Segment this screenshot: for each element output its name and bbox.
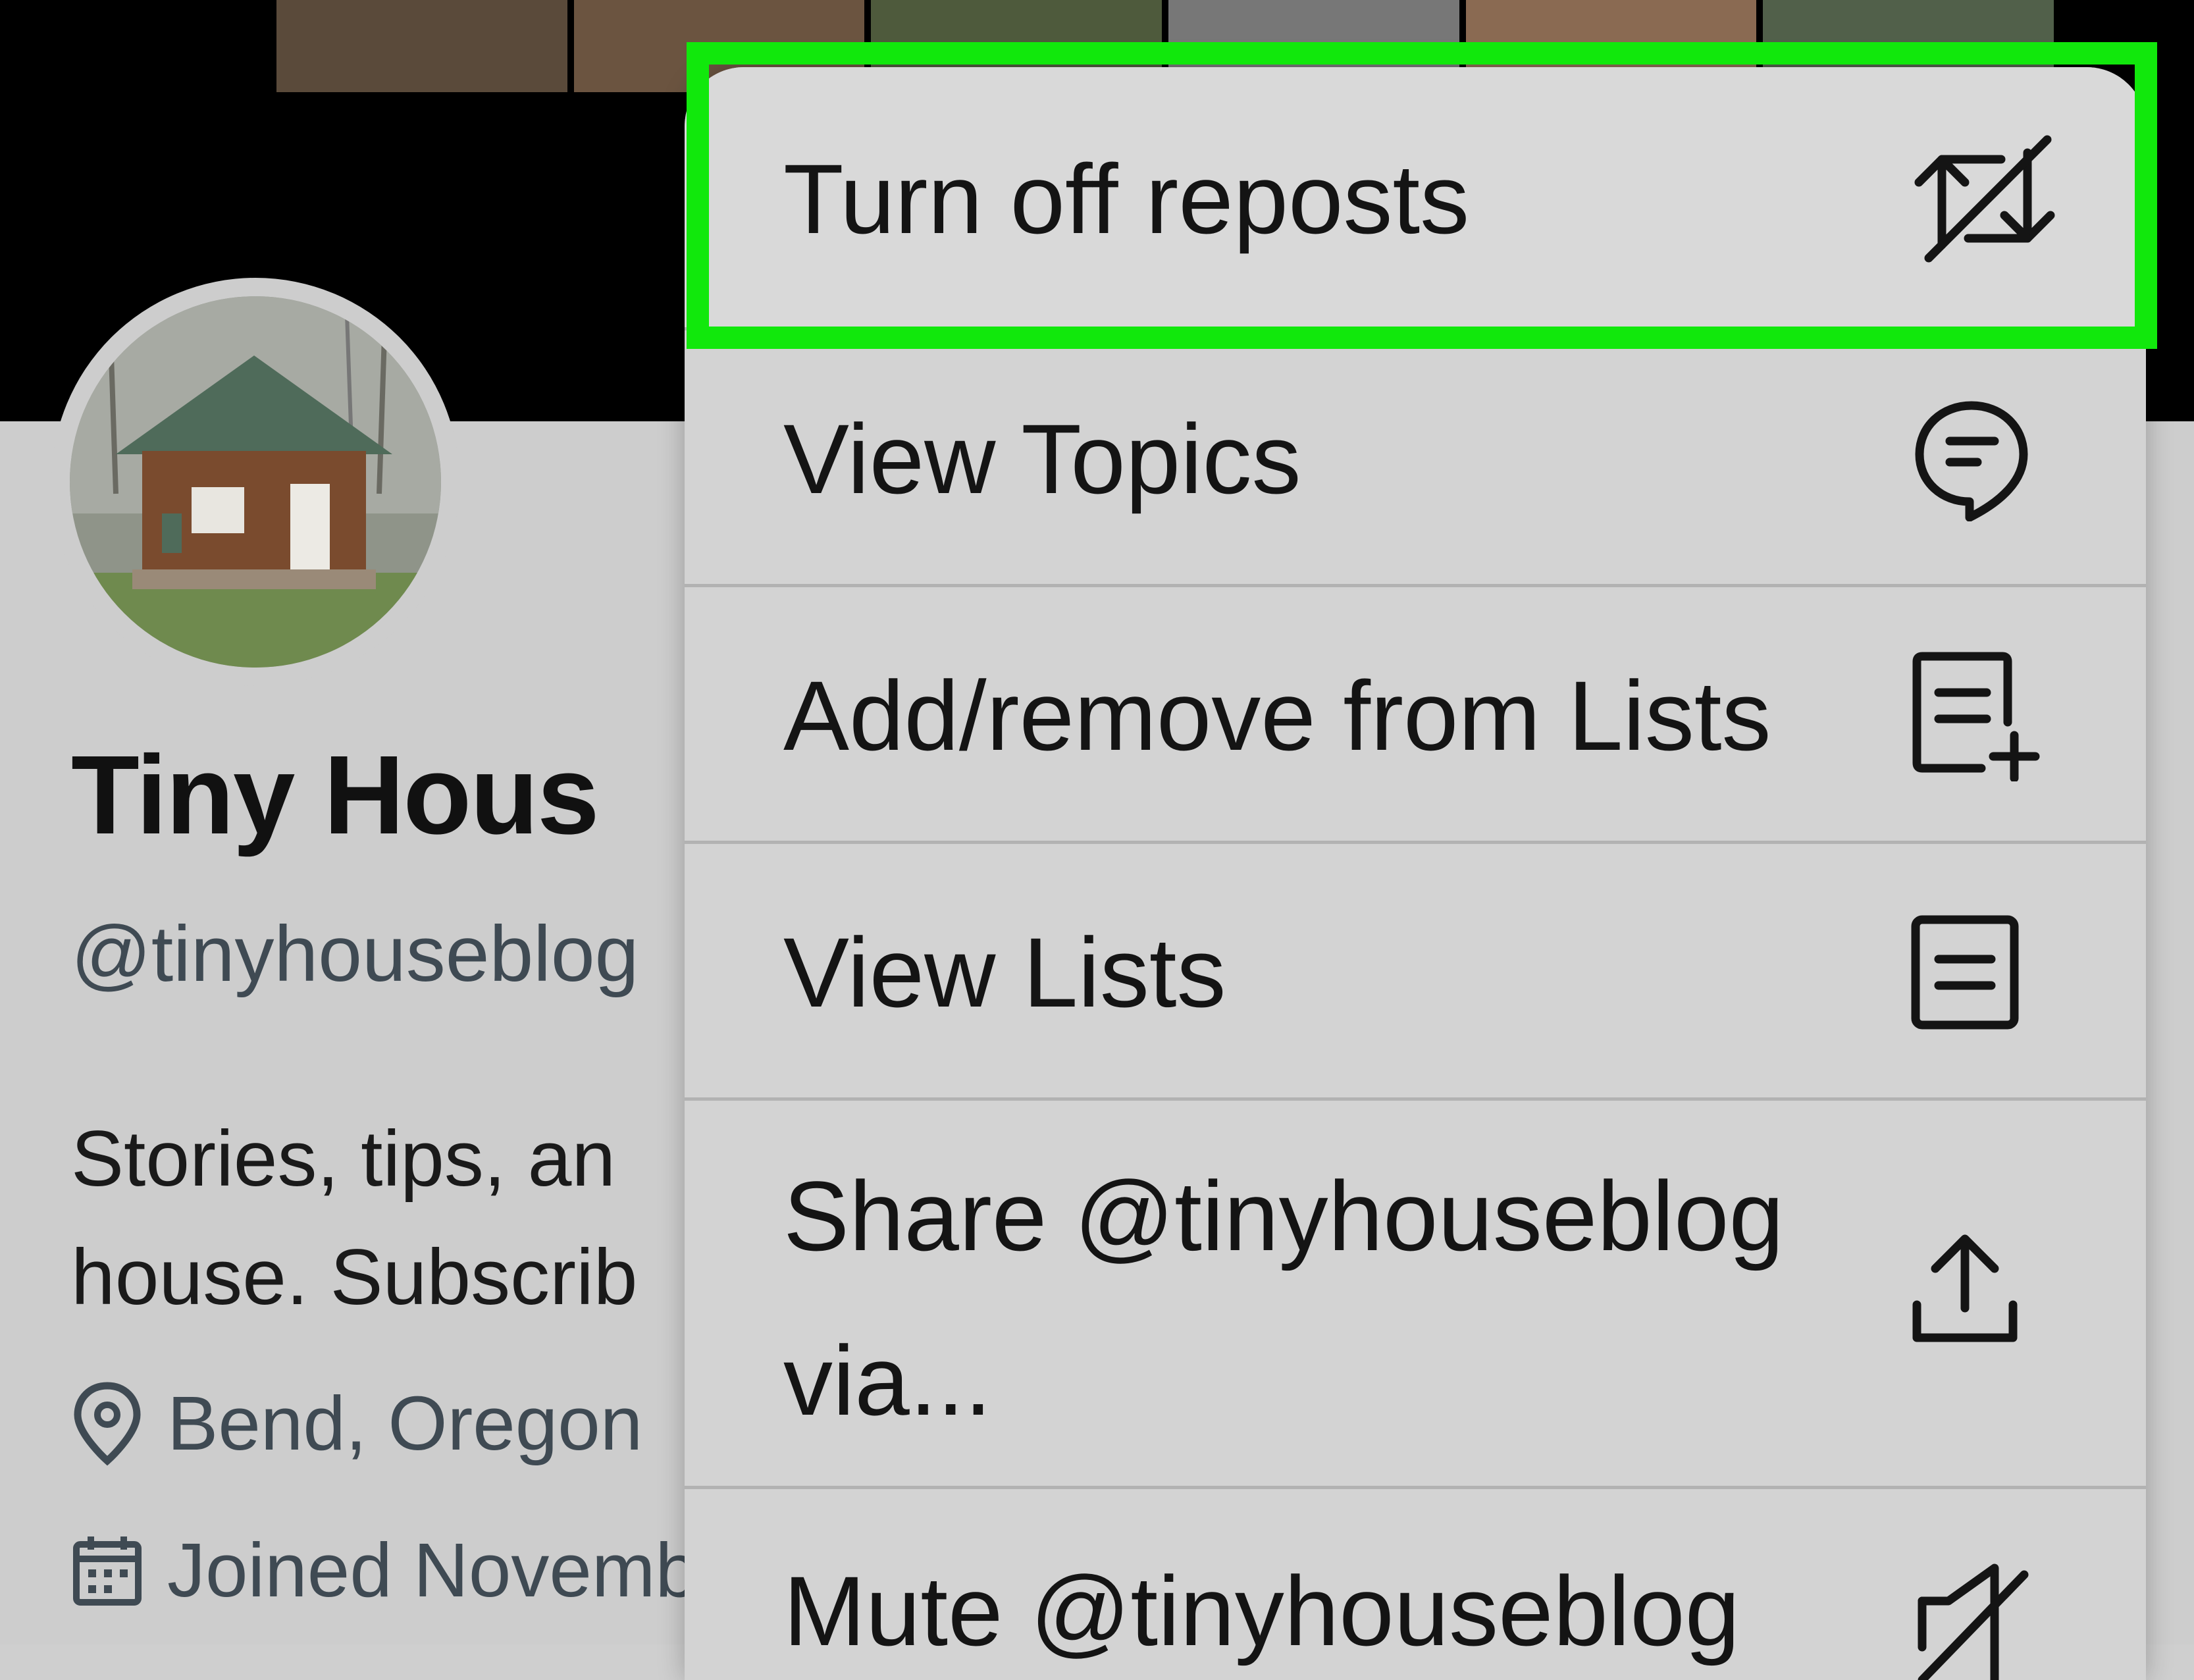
menu-item-share[interactable]: Share @tinyhouseblog via... [685, 1101, 2146, 1489]
topics-icon [1909, 396, 2034, 521]
bio-line: house. Subscrib [71, 1233, 638, 1321]
banner-photo [276, 0, 567, 92]
menu-item-label: View Lists [783, 917, 1226, 1028]
menu-item-view-lists[interactable]: View Lists [685, 844, 2146, 1101]
list-add-icon [1909, 650, 2041, 781]
repost-off-icon [1909, 133, 2060, 265]
calendar-icon [73, 1536, 142, 1606]
avatar-cabin-image [70, 296, 441, 668]
menu-item-label: Turn off reposts [783, 144, 1470, 254]
bio-line: Stories, tips, an [71, 1115, 616, 1203]
location-pin-icon [74, 1382, 141, 1466]
menu-item-label: Share @tinyhouseblog via... [783, 1161, 1784, 1436]
location-text: Bend, Oregon [167, 1380, 643, 1466]
menu-item-label: View Topics [783, 404, 1301, 514]
profile-bio: Stories, tips, an house. Subscrib [71, 1099, 638, 1336]
joined-text: Joined Novemb [167, 1527, 698, 1613]
menu-item-label: Mute @tinyhouseblog [783, 1556, 1740, 1666]
list-icon [1909, 913, 2027, 1032]
menu-item-view-topics[interactable]: View Topics [685, 330, 2146, 587]
profile-location: Bend, Oregon [71, 1379, 642, 1467]
profile-handle: @tinyhouseblog [71, 910, 639, 998]
menu-item-add-remove-lists[interactable]: Add/remove from Lists [685, 587, 2146, 844]
profile-options-menu: Turn off reposts View Topics Add/remove … [685, 67, 2146, 1680]
share-icon [1909, 1229, 2027, 1348]
mute-icon [1909, 1555, 2041, 1680]
menu-item-mute[interactable]: Mute @tinyhouseblog [685, 1489, 2146, 1680]
avatar[interactable] [51, 278, 459, 686]
menu-item-label: Add/remove from Lists [783, 660, 1771, 771]
menu-item-turn-off-reposts[interactable]: Turn off reposts [685, 67, 2146, 330]
profile-display-name: Tiny Hous [71, 733, 600, 858]
profile-joined: Joined Novemb [71, 1526, 698, 1614]
